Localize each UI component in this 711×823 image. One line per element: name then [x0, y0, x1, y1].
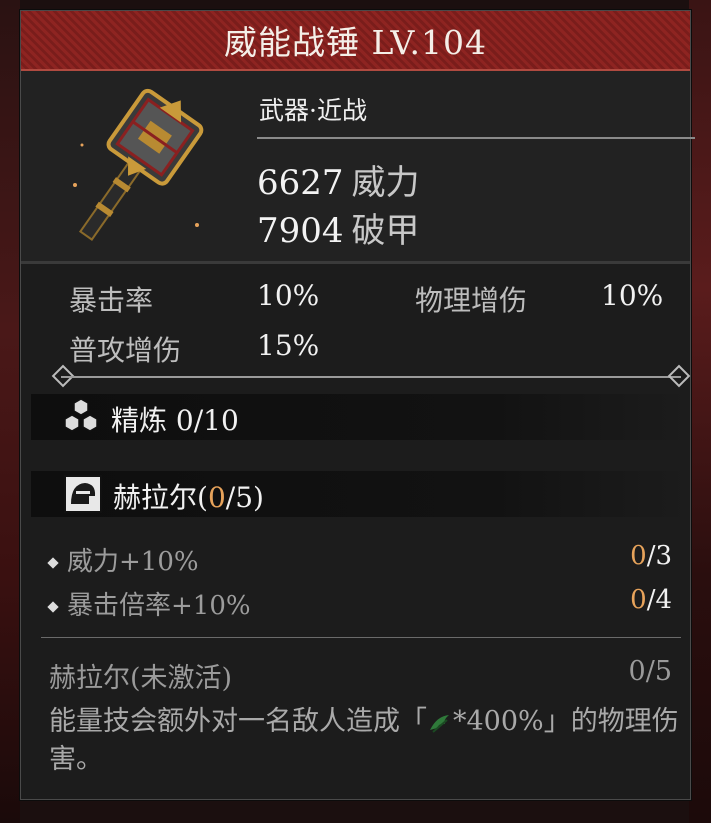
- separator: [41, 637, 681, 638]
- set-bonus-item: 威力+10%: [47, 541, 199, 578]
- substat-label-crit-rate: 暴击率: [69, 284, 154, 317]
- divider-end-right: [667, 364, 691, 388]
- stat-label: 破甲: [351, 211, 420, 251]
- item-title: 威能战锤 LV.104: [223, 23, 488, 62]
- item-tooltip: 威能战锤 LV.104 武器·近战 6627 威力 7904 破甲 暴击率 10…: [20, 10, 695, 800]
- substat-label-normal-atk: 普攻增伤: [69, 334, 182, 367]
- substat-value-normal-atk: 15%: [257, 329, 320, 362]
- stat-value: 6627: [257, 163, 344, 203]
- set-title-suffix: /5): [225, 481, 264, 514]
- set-title-prefix: 赫拉尔(: [113, 481, 208, 514]
- stat-label: 威力: [351, 163, 420, 203]
- set-description: 能量技会额外对一名敌人造成「 *400%」的物理伤害。: [49, 703, 689, 779]
- set-bonus-item: 暴击倍率+10%: [47, 585, 251, 622]
- set-title-current: 0: [207, 481, 226, 514]
- main-stat-power: 6627 威力: [257, 155, 420, 204]
- set-bonus-current: 0: [630, 541, 647, 571]
- set-bonus-count: 0/3: [630, 541, 672, 571]
- set-bonus-count: 0/4: [630, 585, 672, 615]
- item-header: 威能战锤 LV.104: [21, 11, 690, 71]
- hammer-icon: [73, 88, 204, 241]
- substat-label-physical-dmg: 物理增伤: [415, 284, 528, 317]
- section-divider: [21, 261, 690, 264]
- set-title: 赫拉尔(0/5): [113, 476, 264, 516]
- set-status-label: 赫拉尔(未激活): [49, 663, 233, 694]
- green-element-icon: [430, 714, 449, 733]
- set-header-row[interactable]: 赫拉尔(0/5): [31, 471, 691, 517]
- item-type: 武器·近战: [259, 96, 367, 125]
- background-right: [689, 0, 711, 823]
- refine-label: 精炼 0/10: [111, 404, 239, 437]
- desc-text-before: 能量技会额外对一名敌人造成「: [49, 706, 427, 737]
- item-summary: 武器·近战 6627 威力 7904 破甲: [21, 71, 695, 261]
- ornate-divider: [61, 376, 681, 378]
- substat-value-physical-dmg: 10%: [601, 279, 664, 312]
- honeycomb-icon: [64, 398, 98, 432]
- separator: [257, 137, 695, 139]
- stat-value: 7904: [257, 211, 344, 251]
- main-stat-armor-break: 7904 破甲: [257, 203, 420, 252]
- diamond-bullet-icon: [47, 601, 59, 613]
- set-bonus-text: 威力+10%: [67, 547, 199, 577]
- helmet-icon: [64, 475, 102, 513]
- set-bonus-total: /4: [646, 585, 672, 615]
- substat-value-crit-rate: 10%: [257, 279, 320, 312]
- set-status-count: 0/5: [628, 656, 672, 687]
- set-bonus-total: /3: [646, 541, 672, 571]
- refine-row[interactable]: 精炼 0/10: [31, 394, 691, 440]
- background-left: [0, 0, 20, 823]
- set-bonus-text: 暴击倍率+10%: [67, 591, 251, 621]
- diamond-bullet-icon: [47, 557, 59, 569]
- set-bonus-current: 0: [630, 585, 647, 615]
